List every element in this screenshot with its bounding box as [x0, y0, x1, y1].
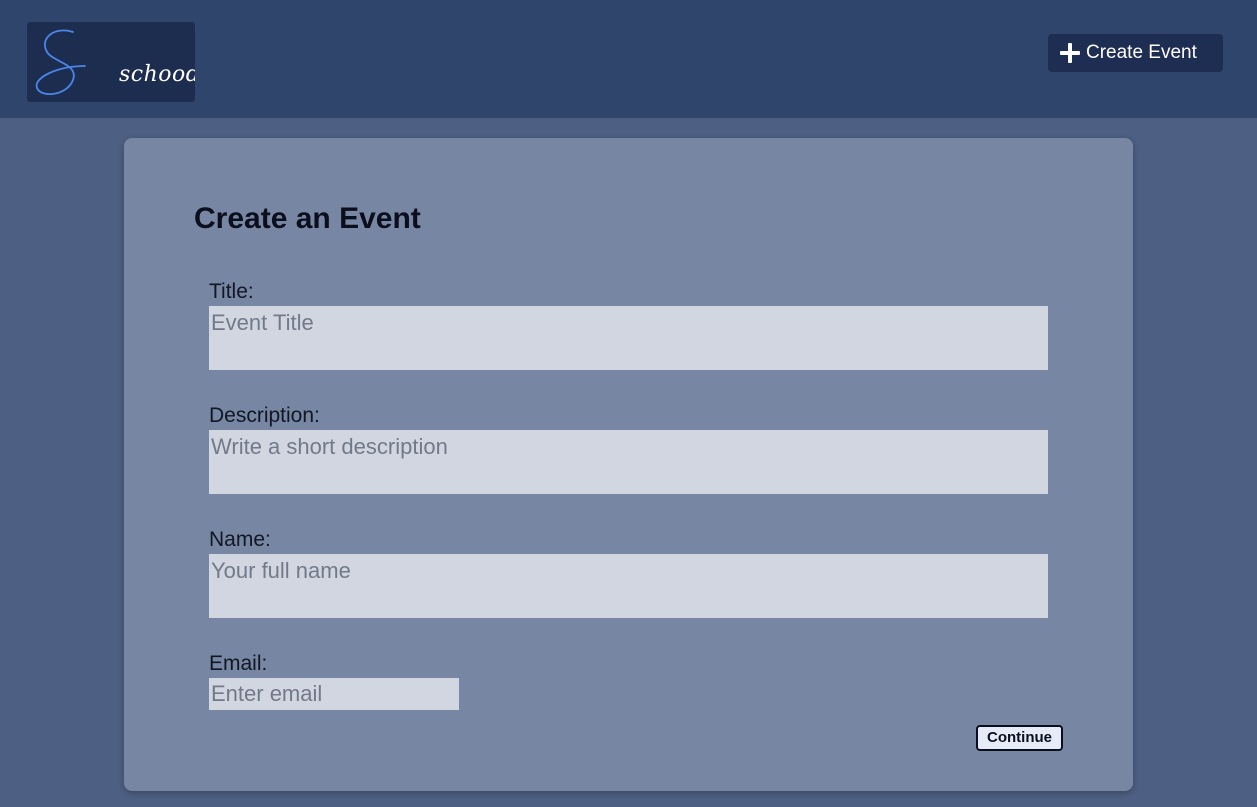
page-title: Create an Event — [194, 202, 421, 235]
create-event-label: Create Event — [1086, 42, 1197, 63]
logo-wordmark: schoodle — [119, 62, 195, 87]
top-navbar: schoodle Create Event — [0, 0, 1257, 118]
plus-icon — [1060, 43, 1080, 63]
create-event-button[interactable]: Create Event — [1048, 34, 1223, 72]
description-label: Description: — [209, 404, 320, 427]
name-label: Name: — [209, 528, 271, 551]
title-input[interactable] — [209, 306, 1048, 370]
continue-button[interactable]: Continue — [976, 725, 1063, 751]
title-label: Title: — [209, 280, 254, 303]
name-input[interactable] — [209, 554, 1048, 618]
description-input[interactable] — [209, 430, 1048, 494]
schoodle-logo[interactable]: schoodle — [27, 22, 195, 102]
create-event-card: Create an Event Title: Description: Name… — [124, 138, 1133, 791]
email-label: Email: — [209, 652, 268, 675]
email-input[interactable] — [209, 678, 459, 710]
